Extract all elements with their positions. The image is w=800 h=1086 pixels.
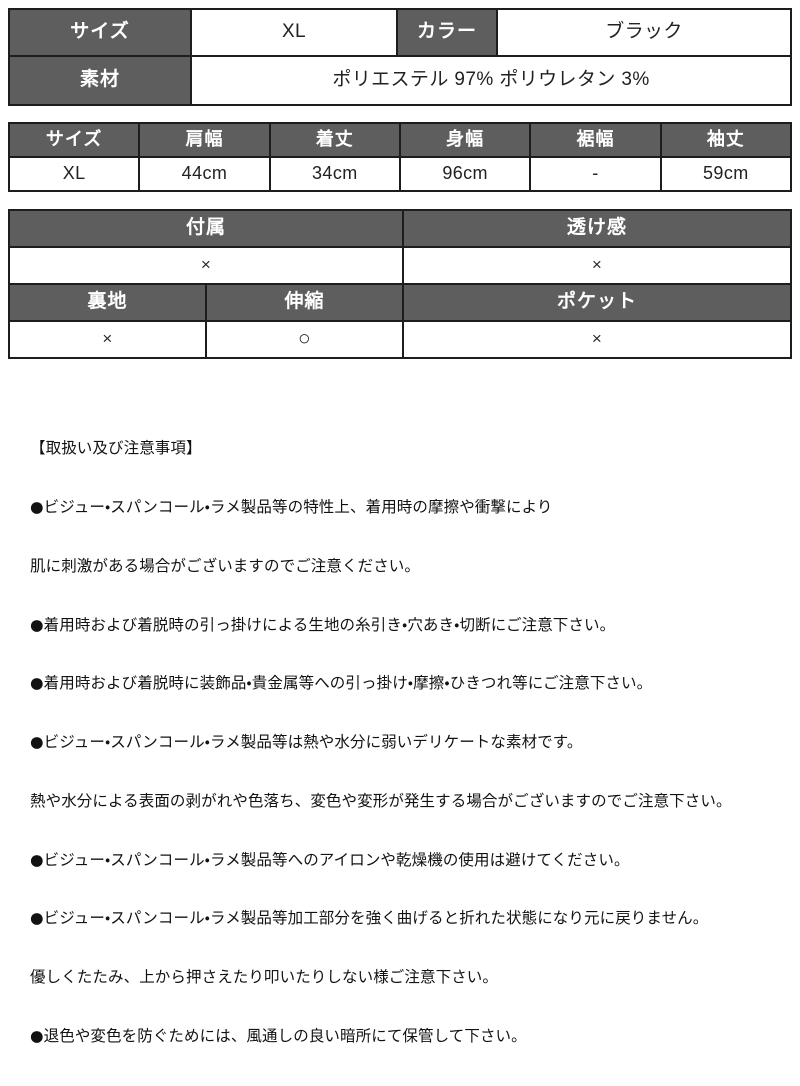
measure-value-shoulder: 44cm bbox=[138, 156, 271, 192]
measure-header-size: サイズ bbox=[7, 122, 141, 158]
feature-value-accessory: × bbox=[8, 246, 404, 285]
note-line: ●ビジュー・スパンコール・ラメ製品等は熱や水分に弱いデリケートな素材です。 bbox=[30, 733, 583, 752]
cross-mark-icon: × bbox=[102, 329, 113, 349]
table-header-row: サイズ 肩幅 着丈 身幅 裾幅 袖丈 bbox=[7, 122, 793, 158]
measure-header-length: 着丈 bbox=[268, 122, 401, 158]
table-row: 素材 ポリエステル 97% ポリウレタン 3% bbox=[8, 55, 792, 106]
measure-header-hem: 裾幅 bbox=[529, 122, 662, 158]
feature-value-pocket: × bbox=[402, 320, 792, 359]
table-row: サイズ XL カラー ブラック bbox=[8, 8, 792, 57]
measure-header-bust: 身幅 bbox=[398, 122, 532, 158]
cell-material-value: ポリエステル 97% ポリウレタン 3% bbox=[190, 55, 792, 106]
table-header-row: 付属 透け感 bbox=[8, 209, 792, 248]
note-line: ●着用時および着脱時に装飾品・貴金属等への引っ掛け・摩擦・ひきつれ等にご注意下さ… bbox=[30, 674, 653, 693]
feature-header-accessory: 付属 bbox=[8, 209, 404, 248]
cell-material-label: 素材 bbox=[8, 55, 192, 106]
basic-info-table: サイズ XL カラー ブラック 素材 ポリエステル 97% ポリウレタン 3% bbox=[8, 8, 792, 106]
measure-header-shoulder: 肩幅 bbox=[138, 122, 271, 158]
note-line: ●ビジュー・スパンコール・ラメ製品等の特性上、着用時の摩擦や衝撃により bbox=[30, 497, 553, 516]
circle-mark-icon: ○ bbox=[297, 327, 312, 351]
measure-value-length: 34cm bbox=[268, 156, 401, 192]
measure-value-sleeve: 59cm bbox=[659, 156, 793, 192]
table-row: × ○ × bbox=[8, 320, 792, 359]
note-line: 熱や水分による表面の剥がれや色落ち、変色や変形が発生する場合がございますのでご注… bbox=[30, 791, 732, 810]
care-instructions-block: 【取扱い及び注意事項】 ●ビジュー・スパンコール・ラメ製品等の特性上、着用時の摩… bbox=[30, 400, 775, 1086]
measurement-table: サイズ 肩幅 着丈 身幅 裾幅 袖丈 XL 44cm 34cm 96cm - 5… bbox=[7, 122, 793, 192]
note-line: 優しくたたみ、上から押さえたり叩いたりしない様ご注意下さい。 bbox=[30, 968, 499, 987]
feature-value-lining: × bbox=[8, 320, 207, 359]
note-line: 肌に刺激がある場合がございますのでご注意ください。 bbox=[30, 556, 421, 575]
note-line: ●着用時および着脱時の引っ掛けによる生地の糸引き・穴あき・切断にご注意下さい。 bbox=[30, 615, 616, 634]
feature-header-pocket: ポケット bbox=[402, 283, 792, 322]
feature-value-sheerness: × bbox=[402, 246, 792, 285]
feature-header-sheerness: 透け感 bbox=[402, 209, 792, 248]
measure-header-sleeve: 袖丈 bbox=[659, 122, 793, 158]
measure-value-size: XL bbox=[7, 156, 141, 192]
feature-value-stretch: ○ bbox=[205, 320, 404, 359]
feature-header-lining: 裏地 bbox=[8, 283, 207, 322]
cell-size-value: XL bbox=[190, 8, 398, 57]
cell-size-label: サイズ bbox=[8, 8, 192, 57]
note-line: ●ビジュー・スパンコール・ラメ製品等加工部分を強く曲げると折れた状態になり元に戻… bbox=[30, 909, 709, 928]
note-line: ●ビジュー・スパンコール・ラメ製品等へのアイロンや乾燥機の使用は避けてください。 bbox=[30, 850, 630, 869]
note-line: 【取扱い及び注意事項】 bbox=[30, 439, 202, 458]
features-table: 付属 透け感 × × 裏地 伸縮 ポケット × ○ × bbox=[8, 209, 792, 359]
table-row: XL 44cm 34cm 96cm - 59cm bbox=[7, 156, 793, 192]
feature-header-stretch: 伸縮 bbox=[205, 283, 404, 322]
note-line: ●退色や変色を防ぐためには、風通しの良い暗所にて保管して下さい。 bbox=[30, 1027, 527, 1045]
table-row: × × bbox=[8, 246, 792, 285]
cross-mark-icon: × bbox=[200, 255, 212, 275]
cross-mark-icon: × bbox=[591, 329, 603, 349]
measure-value-hem: - bbox=[529, 156, 662, 192]
measure-value-bust: 96cm bbox=[398, 156, 532, 192]
cell-color-label: カラー bbox=[396, 8, 498, 57]
product-spec-page: サイズ XL カラー ブラック 素材 ポリエステル 97% ポリウレタン 3% … bbox=[0, 0, 800, 1067]
table-header-row: 裏地 伸縮 ポケット bbox=[8, 283, 792, 322]
cross-mark-icon: × bbox=[591, 255, 603, 275]
cell-color-value: ブラック bbox=[496, 8, 792, 57]
